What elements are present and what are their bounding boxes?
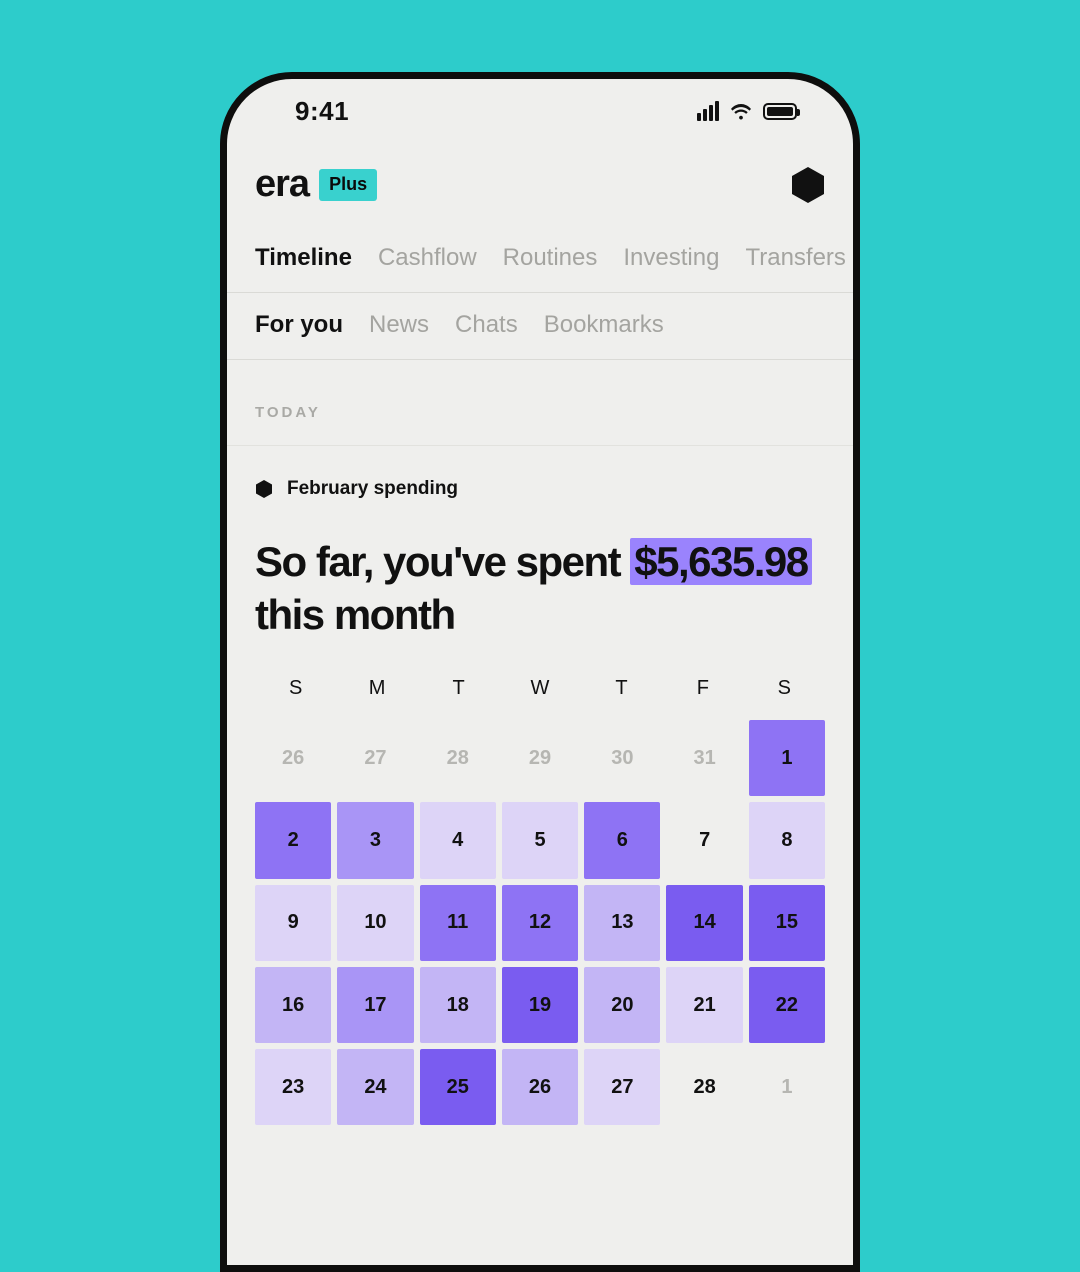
primary-tabs: Timeline Cashflow Routines Investing Transfe…: [227, 226, 853, 293]
calendar-day[interactable]: 25: [420, 1049, 496, 1125]
headline-pre: So far, you've spent: [255, 538, 630, 585]
calendar-day[interactable]: 1: [749, 720, 825, 796]
secondary-tab-for-you[interactable]: For you: [255, 311, 343, 339]
primary-tab-timeline[interactable]: Timeline: [255, 244, 352, 272]
card-kicker-text: February spending: [287, 478, 458, 500]
phone-frame: 9:41 era Plus Timeline Cashflow Routines In…: [220, 72, 860, 1272]
status-indicators: [697, 101, 797, 121]
hexagon-bullet-icon: [255, 479, 273, 499]
calendar-day[interactable]: 6: [584, 802, 660, 878]
section-label-today: TODAY: [227, 360, 853, 446]
calendar-day: 31: [666, 720, 742, 796]
calendar-day[interactable]: 23: [255, 1049, 331, 1125]
calendar-day[interactable]: 10: [337, 885, 413, 961]
calendar-day[interactable]: 20: [584, 967, 660, 1043]
weekday-header: S: [744, 677, 825, 700]
calendar-day[interactable]: 27: [584, 1049, 660, 1125]
secondary-tab-news[interactable]: News: [369, 311, 429, 339]
calendar-day[interactable]: 24: [337, 1049, 413, 1125]
status-time: 9:41: [295, 96, 349, 127]
weekday-header: S: [255, 677, 336, 700]
secondary-tabs: For you News Chats Bookmarks: [227, 293, 853, 360]
calendar-day: 30: [584, 720, 660, 796]
app-header: era Plus: [227, 141, 853, 226]
calendar-day[interactable]: 8: [749, 802, 825, 878]
secondary-tab-chats[interactable]: Chats: [455, 311, 518, 339]
calendar-day[interactable]: 18: [420, 967, 496, 1043]
calendar-day: 1: [749, 1049, 825, 1125]
spending-card: February spending So far, you've spent $…: [227, 446, 853, 641]
weekday-header: T: [581, 677, 662, 700]
calendar-day[interactable]: 12: [502, 885, 578, 961]
weekday-header: M: [336, 677, 417, 700]
weekday-header-row: SMTWTFS: [255, 677, 825, 700]
plus-badge: Plus: [319, 169, 377, 201]
spending-calendar: SMTWTFS 26272829303112345678910111213141…: [227, 677, 853, 1125]
calendar-day[interactable]: 28: [666, 1049, 742, 1125]
calendar-day[interactable]: 16: [255, 967, 331, 1043]
profile-hexagon-icon[interactable]: [791, 166, 825, 204]
wifi-icon: [729, 102, 753, 120]
primary-tab-transfers[interactable]: Transfers: [745, 244, 845, 272]
calendar-day[interactable]: 21: [666, 967, 742, 1043]
calendar-day[interactable]: 17: [337, 967, 413, 1043]
calendar-day[interactable]: 15: [749, 885, 825, 961]
calendar-day[interactable]: 26: [502, 1049, 578, 1125]
headline-post: this month: [255, 591, 455, 638]
calendar-day[interactable]: 14: [666, 885, 742, 961]
secondary-tab-bookmarks[interactable]: Bookmarks: [544, 311, 664, 339]
calendar-day[interactable]: 4: [420, 802, 496, 878]
weekday-header: T: [418, 677, 499, 700]
calendar-grid: 2627282930311234567891011121314151617181…: [255, 720, 825, 1125]
calendar-day[interactable]: 5: [502, 802, 578, 878]
cellular-signal-icon: [697, 101, 719, 121]
calendar-day: 28: [420, 720, 496, 796]
weekday-header: W: [499, 677, 580, 700]
calendar-day[interactable]: 11: [420, 885, 496, 961]
brand-group: era Plus: [255, 163, 377, 206]
spending-amount: $5,635.98: [630, 538, 811, 585]
calendar-day: 26: [255, 720, 331, 796]
calendar-day[interactable]: 22: [749, 967, 825, 1043]
calendar-day[interactable]: 13: [584, 885, 660, 961]
calendar-day: 29: [502, 720, 578, 796]
calendar-day[interactable]: 3: [337, 802, 413, 878]
calendar-day[interactable]: 9: [255, 885, 331, 961]
spending-headline: So far, you've spent $5,635.98 this mont…: [255, 536, 825, 641]
weekday-header: F: [662, 677, 743, 700]
primary-tab-investing[interactable]: Investing: [623, 244, 719, 272]
calendar-day[interactable]: 2: [255, 802, 331, 878]
calendar-day[interactable]: 19: [502, 967, 578, 1043]
status-bar: 9:41: [227, 81, 853, 141]
brand-logo: era: [255, 163, 309, 206]
battery-icon: [763, 103, 797, 120]
primary-tab-routines[interactable]: Routines: [503, 244, 598, 272]
calendar-day[interactable]: 7: [666, 802, 742, 878]
calendar-day: 27: [337, 720, 413, 796]
card-kicker: February spending: [255, 478, 825, 500]
primary-tab-cashflow[interactable]: Cashflow: [378, 244, 477, 272]
